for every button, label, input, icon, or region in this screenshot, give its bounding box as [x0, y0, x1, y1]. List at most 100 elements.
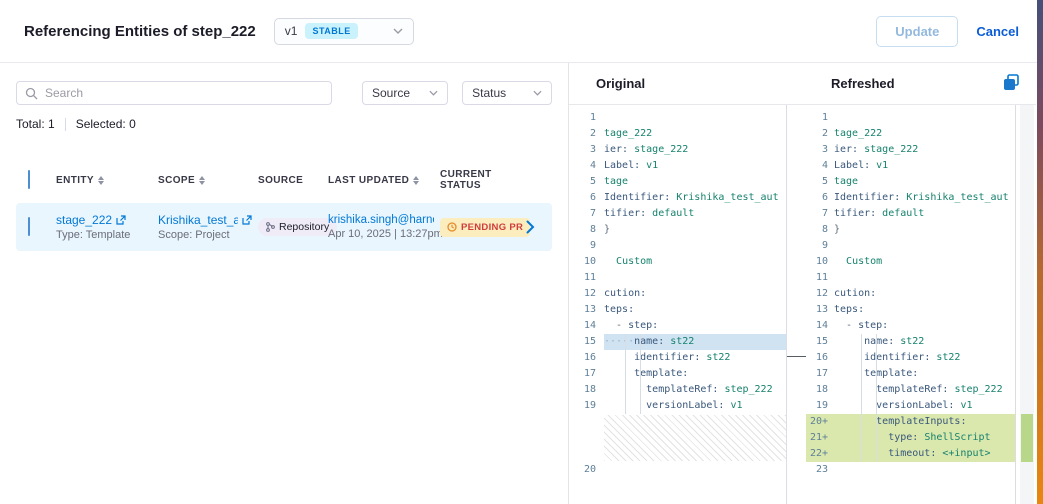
code-line: 4Label: v1	[806, 158, 1015, 174]
line-number: 16	[806, 350, 834, 366]
line-number: 7	[806, 206, 834, 222]
line-number: 14	[569, 318, 604, 334]
code-line: 11	[806, 270, 1015, 286]
scope-sub: Scope: Project	[158, 229, 258, 241]
code-line: 20	[569, 462, 786, 478]
code-line: 18 templateRef: step_222	[806, 382, 1015, 398]
updated-at: Apr 10, 2025 | 13:27pm	[328, 228, 434, 240]
chevron-down-icon	[533, 90, 542, 96]
code-line: 7tifier: default	[569, 206, 786, 222]
code-line: 8}	[569, 222, 786, 238]
refreshed-title: Refreshed	[831, 76, 895, 91]
git-branch-icon	[266, 222, 275, 232]
column-current-status: CURRENT STATUS	[440, 169, 526, 191]
search-input-wrap	[16, 81, 332, 105]
external-link-icon[interactable]	[116, 215, 126, 225]
diff-overview-ruler[interactable]	[1020, 105, 1034, 504]
code-line: 13teps:	[806, 302, 1015, 318]
line-number: 22+	[806, 446, 834, 462]
sort-icon[interactable]	[98, 176, 104, 185]
update-button[interactable]: Update	[876, 16, 958, 47]
updated-by-link[interactable]: krishika.singh@harnes...	[328, 214, 434, 226]
cancel-button[interactable]: Cancel	[976, 24, 1019, 39]
code-line: 8}	[806, 222, 1015, 238]
refreshed-code-editor[interactable]: 12tage_2223ier: stage_2224Label: v15tage…	[806, 105, 1016, 504]
referencing-entities-panel: Source Status Total: 1 Selected: 0 ENTIT…	[0, 63, 568, 504]
column-source: SOURCE	[258, 175, 328, 186]
diff-body: 12tage_2223ier: stage_2224Label: v15tage…	[569, 105, 1036, 504]
source-filter-dropdown[interactable]: Source	[362, 81, 448, 105]
line-number: 5	[806, 174, 834, 190]
search-icon	[25, 87, 38, 100]
row-expand-chevron[interactable]	[526, 220, 552, 234]
line-number: 14	[806, 318, 834, 334]
selected-count: Selected: 0	[76, 117, 136, 131]
line-number: 6	[569, 190, 604, 206]
line-number: 23	[806, 462, 834, 478]
chevron-down-icon	[429, 90, 438, 96]
code-line: 2tage_222	[806, 126, 1015, 142]
original-code-editor[interactable]: 12tage_2223ier: stage_2224Label: v15tage…	[569, 105, 787, 504]
version-select[interactable]: v1 STABLE	[274, 18, 414, 45]
chevron-down-icon	[393, 28, 403, 34]
diff-header: Original Refreshed	[569, 63, 1036, 105]
status-filter-dropdown[interactable]: Status	[462, 81, 552, 105]
code-line: 16 identifier: st22	[569, 350, 786, 366]
line-number: 9	[806, 238, 834, 254]
code-line: 6Identifier: Krishika_test_aut	[569, 190, 786, 206]
added-lines-marker	[1021, 414, 1033, 462]
line-number: 6	[806, 190, 834, 206]
code-line: 10 Custom	[806, 254, 1015, 270]
code-line: 18 templateRef: step_222	[569, 382, 786, 398]
status-badge: PENDING PR	[440, 218, 530, 237]
line-number: 15	[569, 334, 604, 350]
table-row[interactable]: stage_222 Type: Template Krishika_test_a…	[16, 203, 552, 251]
code-line: 1	[569, 110, 786, 126]
line-number: 7	[569, 206, 604, 222]
code-line: 21+ type: ShellScript	[806, 430, 1015, 446]
code-line: 1	[806, 110, 1015, 126]
column-entity[interactable]: ENTITY	[56, 175, 158, 186]
line-number: 1	[569, 110, 604, 126]
code-line: 3ier: stage_222	[569, 142, 786, 158]
code-line: 15·····name: st22	[569, 334, 786, 350]
external-link-icon[interactable]	[242, 215, 252, 225]
entity-type: Type: Template	[56, 229, 158, 241]
top-bar: Referencing Entities of step_222 v1 STAB…	[0, 0, 1043, 63]
source-badge: Repository	[258, 218, 337, 236]
code-line: 23	[806, 462, 1015, 478]
line-number: 15	[806, 334, 834, 350]
copy-icon[interactable]	[1003, 74, 1020, 91]
stable-badge: STABLE	[305, 23, 357, 39]
code-line: 16 identifier: st22	[806, 350, 1015, 366]
search-input[interactable]	[45, 86, 323, 100]
code-line: 14 - step:	[569, 318, 786, 334]
code-line: 5tage	[806, 174, 1015, 190]
line-number: 5	[569, 174, 604, 190]
select-all-checkbox[interactable]	[28, 170, 30, 189]
column-scope[interactable]: SCOPE	[158, 175, 258, 186]
sort-icon[interactable]	[199, 176, 205, 185]
line-number: 20+	[806, 414, 834, 430]
line-number: 2	[569, 126, 604, 142]
line-number: 21+	[806, 430, 834, 446]
indent-guide	[625, 334, 626, 414]
sort-icon[interactable]	[413, 176, 419, 185]
code-line: 7tifier: default	[806, 206, 1015, 222]
line-number: 19	[806, 398, 834, 414]
row-checkbox[interactable]	[28, 217, 30, 236]
clock-icon	[447, 222, 457, 232]
line-number: 19	[569, 398, 604, 414]
line-number: 12	[569, 286, 604, 302]
code-line: 12cution:	[569, 286, 786, 302]
line-number: 13	[806, 302, 834, 318]
diff-change-marker	[787, 356, 806, 357]
code-line: 5tage	[569, 174, 786, 190]
column-last-updated[interactable]: LAST UPDATED	[328, 175, 440, 186]
scope-name-link[interactable]: Krishika_test_au...	[158, 213, 238, 227]
entity-name-link[interactable]: stage_222	[56, 213, 112, 227]
line-number: 1	[806, 110, 834, 126]
code-line: 12cution:	[806, 286, 1015, 302]
line-number: 13	[569, 302, 604, 318]
code-line: 10 Custom	[569, 254, 786, 270]
